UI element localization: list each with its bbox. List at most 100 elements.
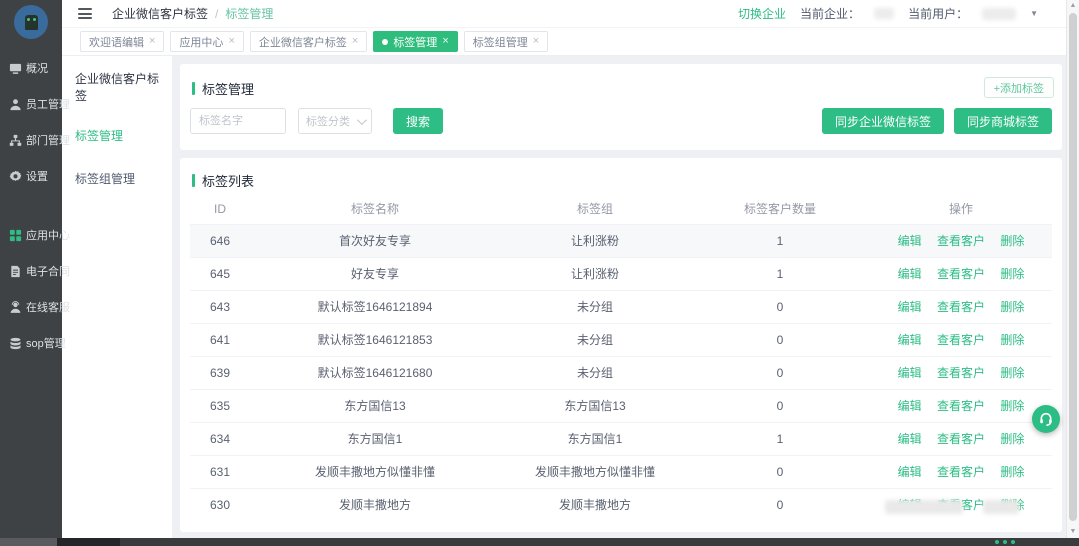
cell-group: 东方国信13 — [500, 389, 690, 422]
add-tag-button[interactable]: +添加标签 — [984, 77, 1054, 98]
search-button[interactable]: 搜索 — [393, 108, 443, 134]
delete-link[interactable]: 删除 — [1000, 267, 1024, 281]
delete-link[interactable]: 删除 — [1000, 366, 1024, 380]
user-dropdown-caret-icon[interactable]: ▼ — [1030, 9, 1038, 18]
tab-close-icon[interactable]: × — [228, 36, 234, 47]
scroll-up-icon[interactable]: ▲ — [1067, 0, 1079, 12]
delete-link[interactable]: 删除 — [1000, 234, 1024, 248]
tab-label: 欢迎语编辑 — [89, 34, 144, 50]
sidebar-item-label: 设置 — [26, 168, 48, 184]
tab-close-icon[interactable]: × — [442, 36, 448, 47]
tab-label: 企业微信客户标签 — [259, 34, 347, 50]
cell-actions: 编辑 查看客户 删除 — [870, 389, 1052, 422]
sidebar-item-label: 应用中心 — [26, 227, 70, 243]
sidebar-item-label: 部门管理 — [26, 132, 70, 148]
app-window: 概况 员工管理 部门管理 设置 — [0, 0, 1079, 546]
tab[interactable]: 标签管理 × — [373, 31, 457, 52]
view-customers-link[interactable]: 查看客户 — [937, 267, 985, 281]
breadcrumb-separator: / — [215, 7, 218, 21]
tab[interactable]: 应用中心 × — [170, 31, 243, 52]
cell-group: 让利涨粉 — [500, 224, 690, 257]
view-customers-link[interactable]: 查看客户 — [937, 333, 985, 347]
edit-link[interactable]: 编辑 — [898, 432, 922, 446]
vertical-scrollbar[interactable]: ▲ ▼ — [1066, 0, 1079, 538]
sync-wechat-tags-button[interactable]: 同步企业微信标签 — [822, 108, 944, 134]
edit-link[interactable]: 编辑 — [898, 333, 922, 347]
scroll-down-icon[interactable]: ▼ — [1067, 526, 1079, 538]
cell-id: 630 — [190, 488, 250, 521]
view-customers-link[interactable]: 查看客户 — [937, 300, 985, 314]
sidebar-item[interactable]: 应用中心 — [0, 217, 62, 253]
sidebar-item[interactable]: 部门管理 — [0, 122, 62, 158]
sidebar-item-label: 电子合同 — [26, 263, 70, 279]
cell-group: 未分组 — [500, 290, 690, 323]
tab-label: 标签组管理 — [473, 34, 528, 50]
col-count: 标签客户数量 — [690, 194, 870, 224]
tab[interactable]: 企业微信客户标签 × — [250, 31, 367, 52]
delete-link[interactable]: 删除 — [1000, 333, 1024, 347]
breadcrumb-root[interactable]: 企业微信客户标签 — [112, 5, 208, 22]
switch-company-link[interactable]: 切换企业 — [738, 5, 786, 22]
cell-actions: 编辑 查看客户 删除 — [870, 422, 1052, 455]
col-name: 标签名称 — [250, 194, 500, 224]
delete-link[interactable]: 删除 — [1000, 432, 1024, 446]
edit-link[interactable]: 编辑 — [898, 267, 922, 281]
tab-close-icon[interactable]: × — [352, 36, 358, 47]
view-customers-link[interactable]: 查看客户 — [937, 432, 985, 446]
robot-logo-icon — [25, 15, 38, 30]
tab-close-icon[interactable]: × — [149, 36, 155, 47]
edit-link[interactable]: 编辑 — [898, 300, 922, 314]
edit-link[interactable]: 编辑 — [898, 234, 922, 248]
delete-link[interactable]: 删除 — [1000, 399, 1024, 413]
department-icon — [9, 134, 22, 147]
edit-link[interactable]: 编辑 — [898, 366, 922, 380]
sync-mall-tags-button[interactable]: 同步商城标签 — [954, 108, 1052, 134]
tab[interactable]: 欢迎语编辑 × — [80, 31, 164, 52]
tab[interactable]: 标签组管理 × — [464, 31, 548, 52]
taskbar-icon-dots — [995, 540, 999, 544]
view-customers-link[interactable]: 查看客户 — [937, 399, 985, 413]
sidebar-menu: 概况 员工管理 部门管理 设置 — [0, 50, 62, 361]
cell-id: 641 — [190, 323, 250, 356]
view-customers-link[interactable]: 查看客户 — [937, 465, 985, 479]
active-tab-dot-icon — [382, 39, 388, 45]
sidebar-item-label: 概况 — [26, 60, 48, 76]
cell-group: 未分组 — [500, 323, 690, 356]
tag-name-input[interactable] — [190, 108, 286, 134]
sidebar-item[interactable]: 在线客服 — [0, 289, 62, 325]
delete-link[interactable]: 删除 — [1000, 300, 1024, 314]
collapse-menu-icon[interactable] — [78, 8, 92, 19]
cell-count: 1 — [690, 224, 870, 257]
cell-group: 发顺丰撒地方 — [500, 488, 690, 521]
scrollbar-thumb[interactable] — [1069, 13, 1077, 521]
sidebar-item[interactable]: 电子合同 — [0, 253, 62, 289]
section-accent-bar — [192, 82, 195, 95]
sidebar-item[interactable]: 概况 — [0, 50, 62, 86]
settings-icon — [9, 170, 22, 183]
cell-name: 发顺丰撒地方 — [250, 488, 500, 521]
cell-id: 631 — [190, 455, 250, 488]
cell-name: 默认标签1646121680 — [250, 356, 500, 389]
sidebar-item[interactable]: 员工管理 — [0, 86, 62, 122]
tag-category-select[interactable]: 标签分类 — [298, 108, 372, 134]
sidebar-item[interactable]: sop管理 — [0, 325, 62, 361]
os-taskbar-edge — [0, 538, 1079, 546]
cell-id: 643 — [190, 290, 250, 323]
cell-name: 首次好友专享 — [250, 224, 500, 257]
tab-close-icon[interactable]: × — [533, 36, 539, 47]
section-title-tag-management: 标签管理 — [192, 79, 254, 98]
view-customers-link[interactable]: 查看客户 — [937, 234, 985, 248]
pagination-redacted — [885, 500, 1019, 514]
company-logo[interactable] — [14, 5, 48, 39]
cell-group: 东方国信1 — [500, 422, 690, 455]
edit-link[interactable]: 编辑 — [898, 399, 922, 413]
sidebar-item[interactable]: 设置 — [0, 158, 62, 194]
tab-label: 应用中心 — [179, 34, 223, 50]
secondary-sidebar-item[interactable]: 标签管理 — [62, 114, 172, 157]
view-customers-link[interactable]: 查看客户 — [937, 366, 985, 380]
delete-link[interactable]: 删除 — [1000, 465, 1024, 479]
edit-link[interactable]: 编辑 — [898, 465, 922, 479]
cell-count: 0 — [690, 323, 870, 356]
secondary-sidebar-item[interactable]: 标签组管理 — [62, 157, 172, 200]
customer-service-float-button[interactable] — [1032, 405, 1060, 433]
